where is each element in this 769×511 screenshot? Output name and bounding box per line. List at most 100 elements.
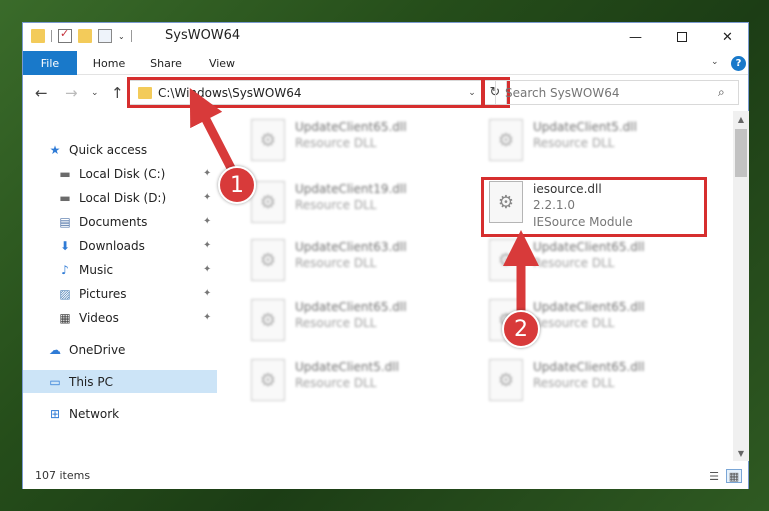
pin-icon[interactable]: ✦ <box>203 192 211 203</box>
file-item[interactable]: ⚙ UpdateClient63.dll Resource DLL <box>249 235 479 293</box>
file-item[interactable]: ⚙ UpdateClient65.dll Resource DLL <box>487 295 717 353</box>
customize-icon[interactable] <box>98 29 112 43</box>
sidebar-item-downloads[interactable]: ⬇ Downloads ✦ <box>23 234 217 257</box>
sidebar-item-label: Music <box>79 262 114 277</box>
sidebar-item-network[interactable]: ⊞ Network <box>23 402 217 425</box>
file-text: UpdateClient5.dll Resource DLL <box>295 355 399 392</box>
sidebar-item-label: This PC <box>69 374 113 389</box>
file-description: Resource DLL <box>295 198 377 212</box>
properties-icon[interactable] <box>58 27 72 43</box>
file-name: UpdateClient65.dll <box>533 360 645 374</box>
pin-icon[interactable]: ✦ <box>203 312 211 323</box>
forward-button[interactable]: → <box>65 84 78 102</box>
sidebar-item-local-disk-d[interactable]: ▬ Local Disk (D:) ✦ <box>23 186 217 209</box>
scroll-thumb[interactable] <box>735 129 747 177</box>
file-name: UpdateClient65.dll <box>533 240 645 254</box>
dll-file-icon: ⚙ <box>251 119 285 161</box>
details-view-icon[interactable]: ☰ <box>706 469 722 483</box>
dll-file-icon: ⚙ <box>489 181 523 223</box>
file-description: Resource DLL <box>533 376 615 390</box>
file-item[interactable]: ⚙ UpdateClient65.dll Resource DLL <box>487 355 717 413</box>
tab-home[interactable]: Home <box>83 51 135 75</box>
drive-icon: ▬ <box>59 190 71 205</box>
maximize-button[interactable] <box>659 23 704 51</box>
file-item[interactable]: ⚙ UpdateClient65.dll Resource DLL <box>249 295 479 353</box>
navigation-bar: ← → ⌄ ↑ C:\Windows\SysWOW64 ⌄ ↻ ⌕ <box>23 76 748 110</box>
file-description: Resource DLL <box>533 136 615 150</box>
file-text: UpdateClient19.dll Resource DLL <box>295 177 407 214</box>
pin-icon[interactable]: ✦ <box>203 264 211 275</box>
chevron-down-icon[interactable]: ⌄ <box>118 32 125 41</box>
search-input[interactable] <box>505 85 718 100</box>
pin-icon[interactable]: ✦ <box>203 288 211 299</box>
back-button[interactable]: ← <box>35 84 48 102</box>
quick-access-toolbar: ⌄ <box>31 27 138 43</box>
sidebar-item-label: Pictures <box>79 286 127 301</box>
sidebar-item-this-pc[interactable]: ▭ This PC <box>23 370 217 393</box>
navigation-pane: ★ Quick access ▬ Local Disk (C:) ✦ ▬ Local Dis… <box>23 111 219 461</box>
sidebar-item-quick-access[interactable]: ★ Quick access <box>23 138 217 161</box>
file-text: UpdateClient65.dll Resource DLL <box>533 295 645 332</box>
dll-file-icon: ⚙ <box>489 239 523 281</box>
music-icon: ♪ <box>61 262 69 277</box>
network-icon: ⊞ <box>49 406 61 421</box>
folder-icon <box>31 29 45 43</box>
file-item[interactable]: ⚙ UpdateClient65.dll Resource DLL <box>487 235 717 293</box>
sidebar-item-documents[interactable]: ▤ Documents ✦ <box>23 210 217 233</box>
dll-file-icon: ⚙ <box>489 359 523 401</box>
sidebar-item-videos[interactable]: ▦ Videos ✦ <box>23 306 217 329</box>
sidebar-item-pictures[interactable]: ▨ Pictures ✦ <box>23 282 217 305</box>
file-description: Resource DLL <box>533 316 615 330</box>
new-folder-icon[interactable] <box>78 29 92 43</box>
file-text: UpdateClient5.dll Resource DLL <box>533 115 637 152</box>
file-name: UpdateClient65.dll <box>295 120 407 134</box>
file-list: ⚙ UpdateClient65.dll Resource DLL ⚙ UpdateCl… <box>221 111 733 461</box>
close-button[interactable]: ✕ <box>705 23 750 51</box>
sidebar-item-onedrive[interactable]: ☁ OneDrive <box>23 338 217 361</box>
sidebar-item-label: OneDrive <box>69 342 126 357</box>
close-icon: ✕ <box>722 29 733 45</box>
scroll-down-icon[interactable]: ▼ <box>733 445 749 461</box>
recent-locations-button[interactable]: ⌄ <box>91 88 99 98</box>
file-item[interactable]: ⚙ UpdateClient19.dll Resource DLL <box>249 177 479 235</box>
sidebar-item-music[interactable]: ♪ Music ✦ <box>23 258 217 281</box>
divider <box>130 30 132 42</box>
tiles-view-icon[interactable]: ▦ <box>726 469 742 483</box>
title-bar: ⌄ SysWOW64 — ✕ <box>23 23 748 51</box>
dll-file-icon: ⚙ <box>251 299 285 341</box>
sidebar-item-label: Local Disk (C:) <box>79 166 166 181</box>
computer-icon: ▭ <box>49 374 61 389</box>
tab-view[interactable]: View <box>197 51 247 75</box>
file-item[interactable]: ⚙ UpdateClient65.dll Resource DLL <box>249 115 479 173</box>
help-icon[interactable]: ? <box>731 56 746 71</box>
dll-file-icon: ⚙ <box>251 239 285 281</box>
sidebar-item-label: Downloads <box>79 238 145 253</box>
file-text: UpdateClient65.dll Resource DLL <box>295 115 407 152</box>
dll-file-icon: ⚙ <box>489 119 523 161</box>
up-button[interactable]: ↑ <box>111 84 124 102</box>
file-item-iesource[interactable]: ⚙ iesource.dll 2.2.1.0 IESource Module <box>487 177 717 235</box>
file-item[interactable]: ⚙ UpdateClient5.dll Resource DLL <box>487 115 717 173</box>
scroll-up-icon[interactable]: ▲ <box>733 111 749 127</box>
search-box[interactable]: ⌕ <box>495 80 739 105</box>
sidebar-item-label: Quick access <box>69 142 148 157</box>
file-name: UpdateClient65.dll <box>533 300 645 314</box>
file-name: UpdateClient65.dll <box>295 300 407 314</box>
pin-icon[interactable]: ✦ <box>203 216 211 227</box>
minimize-icon: — <box>629 29 642 45</box>
pin-icon[interactable]: ✦ <box>203 240 211 251</box>
file-text: UpdateClient65.dll Resource DLL <box>533 355 645 392</box>
highlight-address-box <box>127 77 484 108</box>
minimize-button[interactable]: — <box>613 23 658 51</box>
drive-icon: ▬ <box>59 166 71 181</box>
vertical-scrollbar[interactable]: ▲ ▼ <box>733 111 749 461</box>
tab-file[interactable]: File <box>23 51 77 75</box>
file-version: 2.2.1.0 <box>533 198 575 212</box>
expand-ribbon-icon[interactable]: ⌄ <box>711 57 719 67</box>
tab-share[interactable]: Share <box>141 51 191 75</box>
file-item[interactable]: ⚙ UpdateClient5.dll Resource DLL <box>249 355 479 413</box>
search-icon[interactable]: ⌕ <box>718 85 738 100</box>
sidebar-item-local-disk-c[interactable]: ▬ Local Disk (C:) ✦ <box>23 162 217 185</box>
pin-icon[interactable]: ✦ <box>203 168 211 179</box>
window-title: SysWOW64 <box>165 28 241 43</box>
